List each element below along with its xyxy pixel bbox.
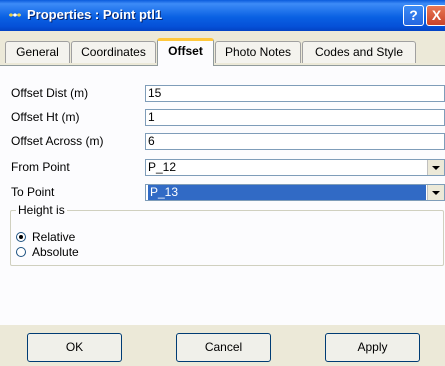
cancel-button[interactable]: Cancel bbox=[176, 333, 271, 362]
to-point-label: To Point bbox=[11, 185, 55, 199]
absolute-label[interactable]: Absolute bbox=[32, 245, 79, 259]
from-point-dropdown[interactable]: P_12 bbox=[145, 159, 445, 176]
offset-dist-label: Offset Dist (m) bbox=[11, 86, 89, 100]
chevron-down-icon[interactable] bbox=[427, 160, 444, 175]
apply-button[interactable]: Apply bbox=[325, 333, 420, 362]
dialog-icon bbox=[9, 13, 21, 17]
offset-across-value: 6 bbox=[148, 134, 155, 148]
chevron-down-icon[interactable] bbox=[427, 185, 444, 200]
to-point-value: P_13 bbox=[148, 185, 426, 200]
ok-button[interactable]: OK bbox=[27, 333, 122, 362]
offset-across-label: Offset Across (m) bbox=[11, 134, 104, 148]
height-group-legend: Height is bbox=[16, 203, 67, 217]
relative-label[interactable]: Relative bbox=[32, 230, 75, 244]
offset-ht-label: Offset Ht (m) bbox=[11, 110, 80, 124]
offset-dist-value: 15 bbox=[148, 86, 162, 100]
tab-offset[interactable]: Offset bbox=[157, 38, 214, 66]
relative-radio[interactable] bbox=[16, 232, 26, 242]
tab-coordinates[interactable]: Coordinates bbox=[71, 41, 156, 63]
from-point-value: P_12 bbox=[148, 160, 177, 174]
to-point-dropdown[interactable]: P_13 bbox=[145, 184, 445, 201]
title-bar[interactable]: Properties : Point ptl1 ? X bbox=[0, 0, 445, 31]
offset-dist-field[interactable]: 15 bbox=[145, 85, 445, 102]
help-button[interactable]: ? bbox=[403, 5, 424, 26]
offset-ht-field[interactable]: 1 bbox=[145, 109, 445, 126]
window-title: Properties : Point ptl1 bbox=[27, 7, 163, 22]
tab-general[interactable]: General bbox=[5, 41, 70, 63]
offset-ht-value: 1 bbox=[148, 110, 155, 124]
offset-across-field[interactable]: 6 bbox=[145, 133, 445, 150]
absolute-radio[interactable] bbox=[16, 247, 26, 257]
tab-codes-and-style[interactable]: Codes and Style bbox=[302, 41, 416, 63]
close-button[interactable]: X bbox=[426, 5, 445, 26]
from-point-label: From Point bbox=[11, 160, 70, 174]
tab-photo-notes[interactable]: Photo Notes bbox=[215, 41, 301, 63]
